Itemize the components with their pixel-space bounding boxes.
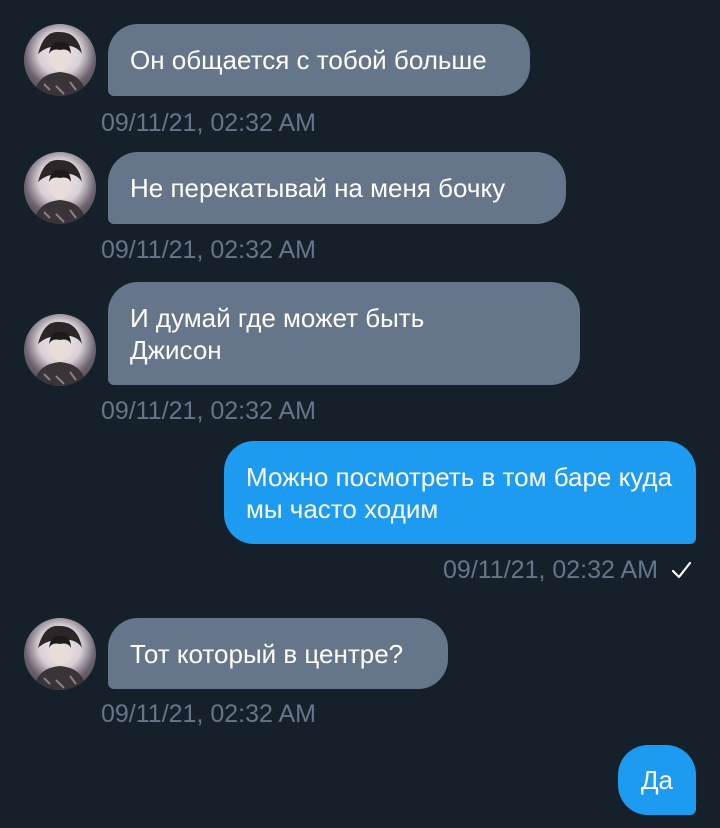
- avatar[interactable]: [24, 24, 96, 96]
- message-text: Не перекатывай на меня бочку: [130, 173, 506, 203]
- message-bubble[interactable]: Он общается с тобой больше: [108, 24, 530, 96]
- chat-thread: Он общается с тобой больше 09/11/21, 02:…: [0, 0, 720, 828]
- message-text: Он общается с тобой больше: [130, 45, 487, 75]
- message-text: Можно посмотреть в том баре куда мы част…: [246, 462, 673, 524]
- message-meta: 09/11/21, 02:32 AM: [443, 555, 692, 585]
- message-timestamp: 09/11/21, 02:32 AM: [443, 556, 658, 584]
- message-timestamp: 09/11/21, 02:32 AM: [101, 397, 316, 425]
- message-timestamp: 09/11/21, 02:32 AM: [101, 236, 316, 264]
- message-timestamp: 09/11/21, 02:32 AM: [101, 109, 316, 137]
- message-bubble[interactable]: Да: [618, 745, 696, 815]
- message-text: Тот который в центре?: [130, 639, 404, 669]
- avatar[interactable]: [24, 152, 96, 224]
- message-bubble[interactable]: Не перекатывай на меня бочку: [108, 152, 566, 224]
- message-text: Да: [640, 765, 674, 795]
- message-bubble[interactable]: Можно посмотреть в том баре куда мы част…: [224, 441, 696, 544]
- message-text: И думай где может быть Джисон: [130, 303, 425, 365]
- checkmark-icon: [671, 561, 692, 579]
- message-timestamp: 09/11/21, 02:32 AM: [101, 700, 316, 728]
- message-bubble[interactable]: И думай где может быть Джисон: [108, 282, 580, 385]
- message-bubble[interactable]: Тот который в центре?: [108, 618, 448, 689]
- avatar[interactable]: [24, 314, 96, 386]
- avatar[interactable]: [24, 618, 96, 690]
